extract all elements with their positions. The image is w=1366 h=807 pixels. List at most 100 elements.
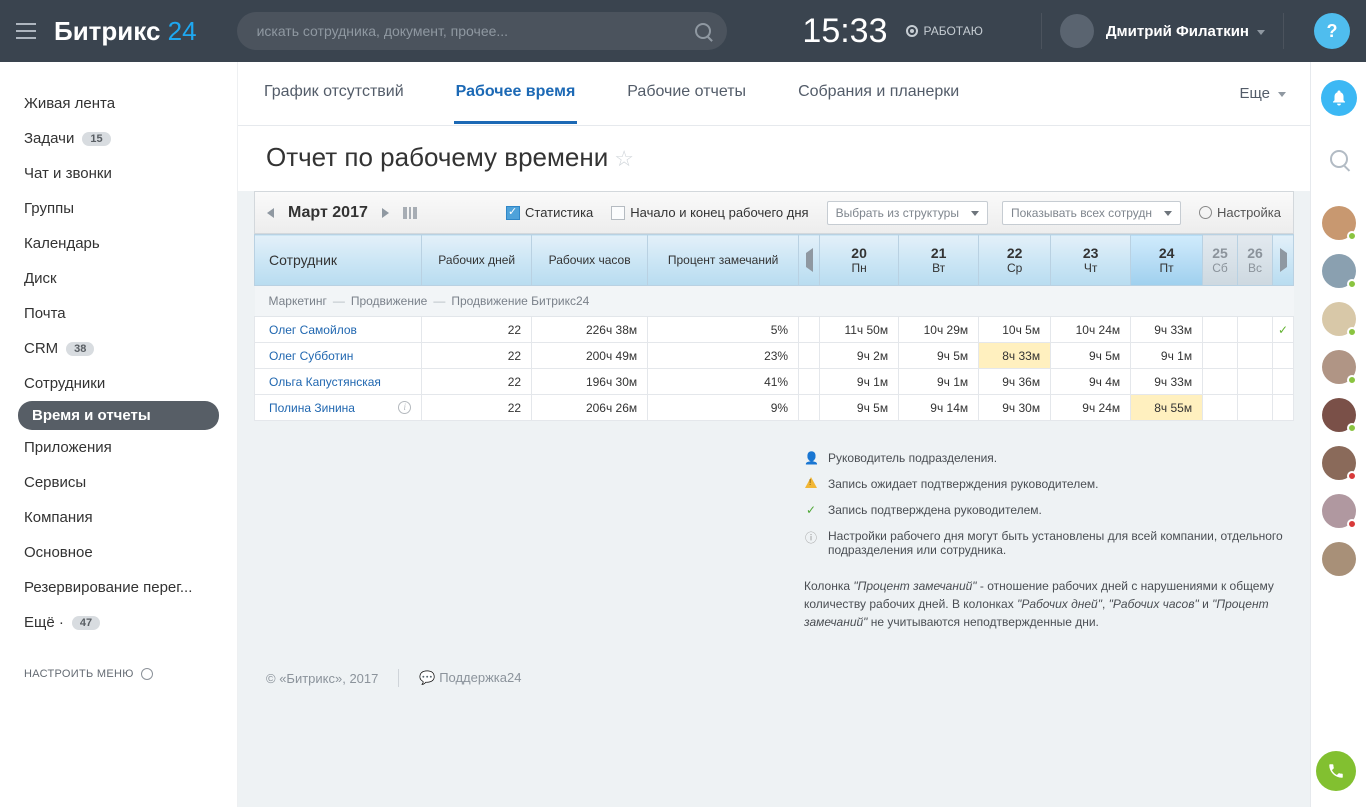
right-rail [1310,62,1366,807]
sidebar-item[interactable]: Диск [0,261,237,296]
col-day: 24Пт [1131,235,1203,286]
breadcrumb: Маркетинг—Продвижение—Продвижение Битрик… [255,286,1294,317]
sidebar-item[interactable]: Задачи15 [0,121,237,156]
sidebar-item[interactable]: Компания [0,500,237,535]
day-bounds-checkbox[interactable]: Начало и конец рабочего дня [611,205,808,221]
info-icon[interactable]: i [398,401,411,414]
table-row: Ольга Капустянская22196ч 30м41%9ч 1м9ч 1… [255,369,1294,395]
tab-meetings[interactable]: Собрания и планерки [796,63,961,124]
username[interactable]: Дмитрий Филаткин [1106,23,1265,40]
main-content: График отсутствий Рабочее время Рабочие … [238,62,1310,807]
col-day: 25Сб [1203,235,1238,286]
sidebar-item-label: Время и отчеты [32,407,151,424]
calendar-picker-icon[interactable] [403,207,417,219]
search-icon[interactable] [695,23,711,39]
sidebar-item[interactable]: Резервирование перег... [0,570,237,605]
copyright: © «Битрикс», 2017 [266,671,378,686]
next-period-icon[interactable] [382,208,389,218]
contact-avatar[interactable] [1322,254,1356,288]
worktime-table: СотрудникРабочих днейРабочих часовПроцен… [254,234,1294,421]
logo[interactable]: Битрикс 24 [54,16,197,47]
search-wrap [237,12,727,50]
count-badge: 47 [72,616,100,630]
sidebar-item-label: Задачи [24,130,74,147]
employee-link[interactable]: Ольга Капустянская [269,375,381,389]
record-icon [906,25,918,37]
sidebar-item-label: Живая лента [24,95,115,112]
sidebar-item[interactable]: Чат и звонки [0,156,237,191]
tab-worktime[interactable]: Рабочее время [454,63,578,124]
warning-icon [804,477,818,491]
help-button[interactable]: ? [1314,13,1350,49]
scroll-right [1273,235,1294,286]
col-workdays: Рабочих дней [422,235,532,286]
sidebar-item-label: Чат и звонки [24,165,112,182]
sidebar-item[interactable]: Сервисы [0,465,237,500]
sidebar-item-label: Почта [24,305,66,322]
col-day: 23Чт [1051,235,1131,286]
support-link[interactable]: 💬 Поддержка24 [419,670,521,686]
sidebar-item-label: Приложения [24,439,112,456]
sidebar-item[interactable]: Время и отчеты [18,401,219,430]
col-day: 21Вт [899,235,979,286]
call-button[interactable] [1316,751,1356,791]
stats-checkbox[interactable]: Статистика [506,205,593,221]
contact-avatar[interactable] [1322,206,1356,240]
settings-link[interactable]: Настройка [1199,205,1281,220]
work-status[interactable]: РАБОТАЮ [906,24,983,38]
employee-link[interactable]: Олег Субботин [269,349,353,363]
star-icon[interactable]: ☆ [614,146,634,171]
contact-avatar[interactable] [1322,542,1356,576]
period-label: Март 2017 [288,204,368,222]
contact-avatar[interactable] [1322,350,1356,384]
contact-avatar[interactable] [1322,494,1356,528]
tabs-bar: График отсутствий Рабочее время Рабочие … [238,62,1310,126]
user-avatar[interactable] [1060,14,1094,48]
search-input[interactable] [237,12,727,50]
contact-avatar[interactable] [1322,398,1356,432]
check-icon: ✓ [804,503,818,517]
configure-menu[interactable]: НАСТРОИТЬ МЕНЮ [0,640,237,680]
sidebar-item-label: CRM [24,340,58,357]
employee-link[interactable]: Полина Зинина [269,401,355,415]
tab-reports[interactable]: Рабочие отчеты [625,63,748,124]
sidebar-item[interactable]: Календарь [0,226,237,261]
sidebar-item-label: Календарь [24,235,100,252]
col-employee: Сотрудник [255,235,422,286]
top-header: Битрикс 24 15:33 РАБОТАЮ Дмитрий Филатки… [0,0,1366,62]
divider [1283,13,1284,49]
search-icon[interactable] [1330,150,1348,168]
sidebar-item-label: Компания [24,509,93,526]
contact-avatar[interactable] [1322,302,1356,336]
sidebar-item[interactable]: CRM 38 [0,331,237,366]
info-icon: ⓘ [804,529,818,546]
count-badge: 38 [66,342,94,356]
prev-period-icon[interactable] [267,208,274,218]
show-select[interactable]: Показывать всех сотрудн [1002,201,1181,225]
col-workhours: Рабочих часов [532,235,648,286]
chevron-left-icon[interactable] [806,248,813,272]
employee-link[interactable]: Олег Самойлов [269,323,357,337]
sidebar-item-label: Группы [24,200,74,217]
sidebar-item[interactable]: Группы [0,191,237,226]
sidebar-item[interactable]: Ещё ·47 [0,605,237,640]
sidebar-item[interactable]: Живая лента [0,86,237,121]
divider [1041,13,1042,49]
notifications-button[interactable] [1321,80,1357,116]
legend: 👤Руководитель подразделения. Запись ожид… [804,445,1294,631]
contact-avatar[interactable] [1322,446,1356,480]
tabs-more[interactable]: Еще [1239,85,1286,102]
tab-absence[interactable]: График отсутствий [262,63,406,124]
col-remarks: Процент замечаний [648,235,799,286]
period-bar: Март 2017 Статистика Начало и конец рабо… [254,191,1294,234]
sidebar-item[interactable]: Почта [0,296,237,331]
sidebar-item[interactable]: Приложения [0,430,237,465]
table-row: Полина Зининаi22206ч 26м9%9ч 5м9ч 14м9ч … [255,395,1294,421]
structure-select[interactable]: Выбрать из структуры [827,201,988,225]
legend-note: Колонка "Процент замечаний" - отношение … [804,563,1294,631]
sidebar-item[interactable]: Сотрудники [0,366,237,401]
hamburger-icon[interactable] [16,23,36,39]
chevron-right-icon[interactable] [1280,248,1287,272]
sidebar-item[interactable]: Основное [0,535,237,570]
gear-icon [1199,206,1212,219]
